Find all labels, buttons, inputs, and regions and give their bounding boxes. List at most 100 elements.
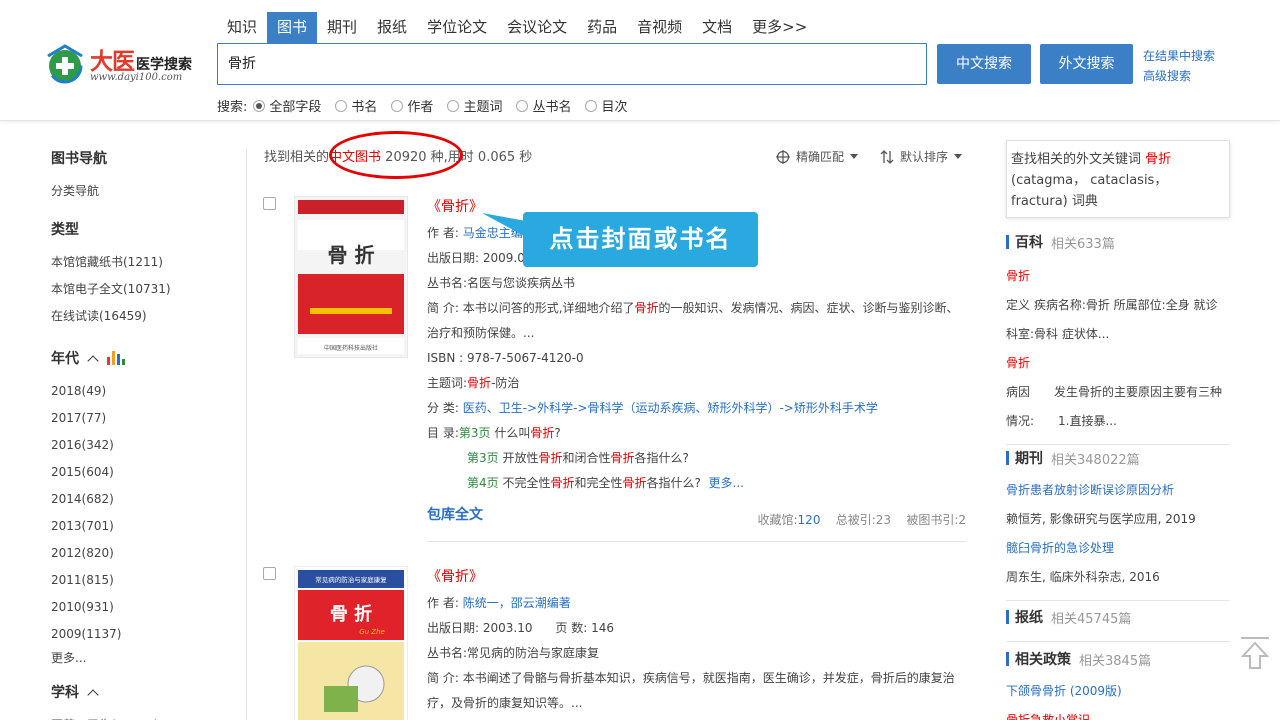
radio-title[interactable]: 书名 — [335, 96, 377, 115]
dictionary-link[interactable]: 词典 — [1072, 194, 1098, 209]
year-filter-item[interactable]: 2018(49) — [51, 378, 231, 405]
year-more-link[interactable]: 更多... — [51, 648, 231, 668]
radio-author[interactable]: 作者 — [391, 96, 433, 115]
citation-stats: 收藏馆:120 总被引:23 被图书引:2 — [757, 513, 967, 527]
type-filter-item[interactable]: 在线试读(16459) — [51, 303, 231, 330]
back-to-top-icon[interactable] — [1239, 636, 1271, 670]
svg-text:骨 折: 骨 折 — [328, 243, 375, 267]
encyclopedia-section: 百科 相关633篇 骨折 定义 疾病名称:骨折 所属部位:全身 就诊 科室:骨科 … — [1006, 232, 1230, 445]
type-filter-item[interactable]: 本馆馆藏纸书(1211) — [51, 249, 231, 276]
book-cover-image[interactable]: 常见病的防治与家庭康复 骨 折 Gu Zhe — [294, 566, 408, 720]
journal-source: 周东生, 临床外科杂志, 2016 — [1006, 570, 1160, 584]
logo-icon — [47, 44, 83, 84]
bar-chart-icon[interactable] — [107, 351, 125, 365]
policy-section: 相关政策 相关3845篇 下颌骨骨折 (2009版) 骨折急救小常识 — [1006, 649, 1230, 720]
tab-knowledge[interactable]: 知识 — [217, 12, 267, 43]
journal-source: 赖恒芳, 影像研究与医学应用, 2019 — [1006, 512, 1196, 526]
site-logo[interactable]: 大医 医学搜索 www.dayi100.com — [44, 40, 214, 90]
encyclopedia-snippet: 情况: 1.直接暴... — [1006, 414, 1117, 428]
tutorial-callout: 点击封面或书名 — [523, 212, 758, 267]
left-navigation: 图书导航 分类导航 类型 本馆馆藏纸书(1211) 本馆电子全文(10731) … — [51, 148, 231, 720]
journal-article-link[interactable]: 髋臼骨折的急诊处理 — [1006, 534, 1230, 563]
radio-all-fields[interactable]: 全部字段 — [253, 96, 321, 115]
radio-toc[interactable]: 目次 — [585, 96, 627, 115]
journal-article-link[interactable]: 骨折患者放射诊断误诊原因分析 — [1006, 476, 1230, 505]
caret-down-icon — [850, 154, 859, 159]
search-in-results-link[interactable]: 在结果中搜索 — [1143, 46, 1215, 66]
radio-subject[interactable]: 主题词 — [447, 96, 502, 115]
radio-dot — [447, 99, 460, 112]
policy-link[interactable]: 下颌骨骨折 (2009版) — [1006, 677, 1230, 706]
year-filter-item[interactable]: 2009(1137) — [51, 621, 231, 648]
policy-heading: 相关政策 相关3845篇 — [1006, 649, 1230, 669]
tab-books[interactable]: 图书 — [267, 12, 318, 43]
logo-domain: www.dayi100.com — [90, 72, 183, 83]
annotation-circle — [329, 131, 463, 179]
chevron-up-icon[interactable] — [87, 688, 99, 701]
chinese-search-button[interactable]: 中文搜索 — [937, 44, 1031, 84]
journals-heading: 期刊 相关348022篇 — [1006, 448, 1230, 468]
subject-filter-item[interactable]: 医药、卫生(16166) — [51, 712, 231, 720]
radio-series[interactable]: 丛书名 — [516, 96, 571, 115]
search-input[interactable]: 骨折 — [217, 43, 927, 85]
tab-drugs[interactable]: 药品 — [577, 12, 627, 43]
keyword-term-link[interactable]: 骨折 — [1145, 152, 1171, 167]
holdings-link[interactable]: 120 — [798, 513, 821, 527]
toc-page-link[interactable]: 第3页 — [467, 451, 499, 465]
class-nav-link[interactable]: 分类导航 — [51, 178, 231, 205]
match-mode-dropdown[interactable]: 精确匹配 — [776, 148, 859, 165]
classification-link[interactable]: 医药、卫生->外科学->骨科学（运动系疾病、矫形外科学）->矫形外科手术学 — [463, 401, 878, 415]
author-row: 作 者: 陈统一，邵云潮编著 — [427, 596, 571, 610]
series-row: 丛书名:名医与您谈疾病丛书 — [427, 276, 576, 290]
advanced-search-link[interactable]: 高级搜索 — [1143, 66, 1215, 86]
foreign-keyword-box: 查找相关的外文关键词 骨折 (catagma， cataclasis， frac… — [1006, 140, 1230, 218]
book-title-link[interactable]: 《骨折》 — [427, 566, 967, 588]
encyclopedia-link[interactable]: 骨折 — [1006, 349, 1230, 378]
svg-text:骨 折: 骨 折 — [330, 603, 372, 625]
result-divider — [427, 541, 966, 542]
year-filter-item[interactable]: 2017(77) — [51, 405, 231, 432]
sort-dropdown[interactable]: 默认排序 — [880, 148, 963, 165]
tab-conference-papers[interactable]: 会议论文 — [497, 12, 577, 43]
result-item: 常见病的防治与家庭康复 骨 折 Gu Zhe 《骨折》 作 者: 陈统一，邵云潮… — [262, 566, 966, 720]
tab-theses[interactable]: 学位论文 — [417, 12, 497, 43]
year-filter-item[interactable]: 2013(701) — [51, 513, 231, 540]
year-filter-item[interactable]: 2015(604) — [51, 459, 231, 486]
intro-text: 简 介: 本书以问答的形式,详细地介绍了骨折的一般知识、发病情况、病因、症状、诊… — [427, 301, 959, 340]
foreign-search-button[interactable]: 外文搜索 — [1040, 44, 1133, 84]
encyclopedia-link[interactable]: 骨折 — [1006, 262, 1230, 291]
toc-more-link[interactable]: 更多... — [709, 476, 744, 490]
select-checkbox[interactable] — [263, 197, 276, 210]
year-filter-item[interactable]: 2014(682) — [51, 486, 231, 513]
chevron-up-icon[interactable] — [87, 354, 99, 367]
select-checkbox[interactable] — [263, 567, 276, 580]
subject-heading[interactable]: 学科 — [51, 682, 231, 702]
svg-text:常见病的防治与家庭康复: 常见病的防治与家庭康复 — [315, 575, 387, 584]
radio-dot — [253, 99, 266, 112]
year-filter-item[interactable]: 2012(820) — [51, 540, 231, 567]
type-filter-item[interactable]: 本馆电子全文(10731) — [51, 276, 231, 303]
toc-page-link[interactable]: 第4页 — [467, 476, 499, 490]
type-heading: 类型 — [51, 222, 79, 238]
callout-pointer — [482, 213, 526, 237]
radio-dot — [391, 99, 404, 112]
newspaper-heading[interactable]: 报纸 相关45745篇 — [1006, 607, 1230, 627]
book-cover-image[interactable]: 骨 折 中国医药科技出版社 — [294, 196, 408, 358]
tab-newspapers[interactable]: 报纸 — [367, 12, 417, 43]
year-filter-item[interactable]: 2010(931) — [51, 594, 231, 621]
tab-more[interactable]: 更多>> — [742, 12, 817, 43]
radio-dot — [585, 99, 598, 112]
svg-text:中国医药科技出版社: 中国医药科技出版社 — [324, 344, 378, 352]
column-divider — [246, 148, 247, 720]
toc-page-link[interactable]: 第3页 — [459, 426, 491, 440]
tab-video[interactable]: 音视频 — [627, 12, 692, 43]
year-filter-item[interactable]: 2011(815) — [51, 567, 231, 594]
toc-row: 目 录:第3页 什么叫骨折? — [427, 426, 561, 440]
tab-documents[interactable]: 文档 — [692, 12, 742, 43]
year-filter-item[interactable]: 2016(342) — [51, 432, 231, 459]
policy-link[interactable]: 骨折急救小常识 — [1006, 706, 1230, 720]
encyclopedia-snippet: 定义 疾病名称:骨折 所属部位:全身 就诊 — [1006, 298, 1218, 312]
author-link[interactable]: 陈统一，邵云潮编著 — [463, 596, 571, 610]
year-heading[interactable]: 年代 — [51, 348, 231, 368]
tab-journals[interactable]: 期刊 — [317, 12, 367, 43]
